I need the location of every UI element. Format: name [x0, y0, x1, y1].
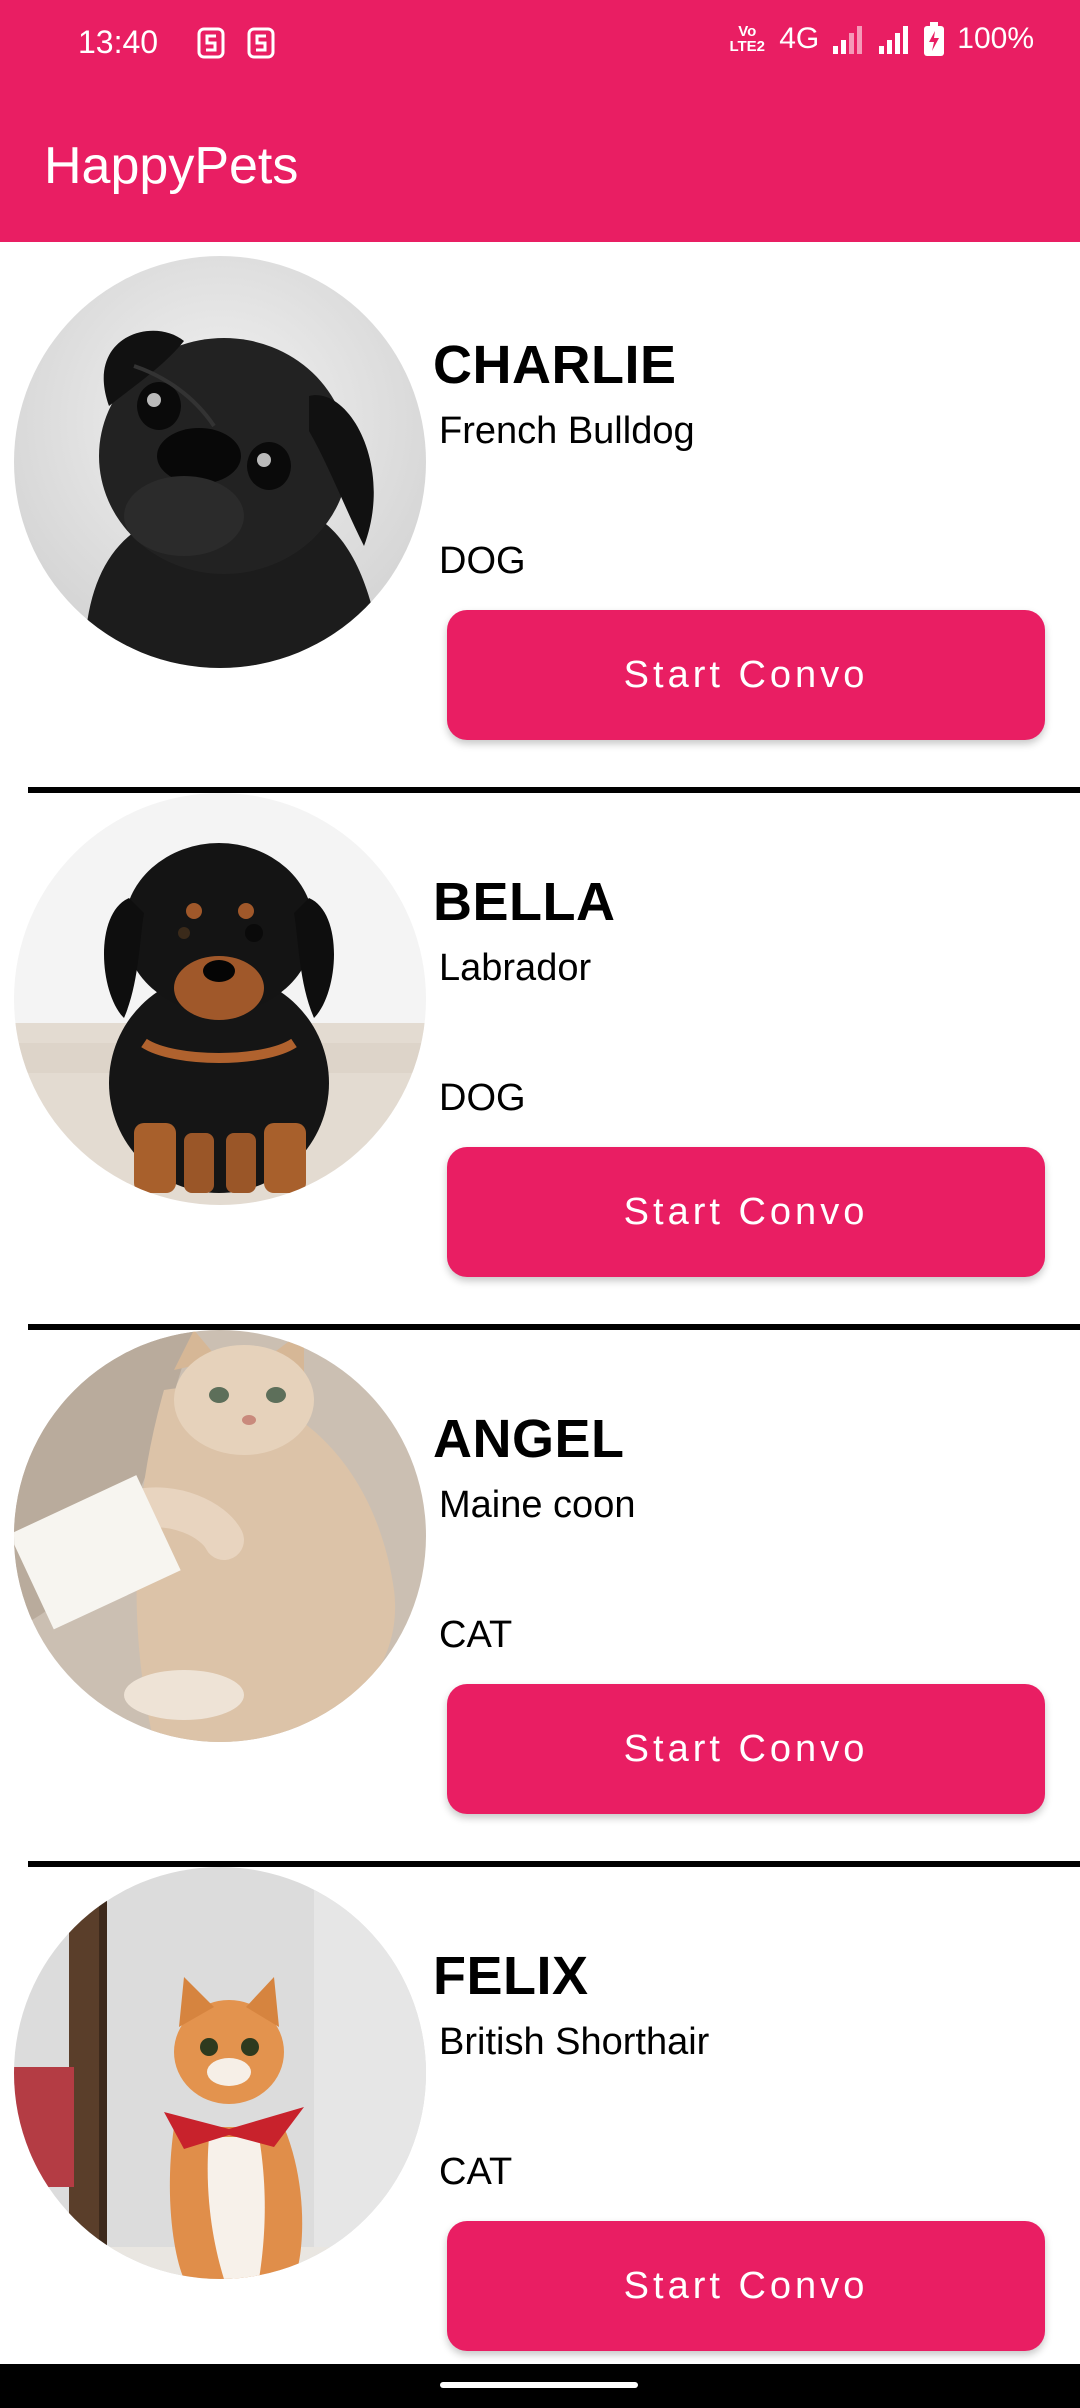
start-convo-button[interactable]: Start Convo [447, 1684, 1045, 1814]
pet-breed: Labrador [439, 947, 592, 989]
pet-type: DOG [439, 540, 526, 582]
pet-name: ANGEL [433, 1409, 625, 1469]
pet-card: FELIX British Shorthair CAT Start Convo [0, 1853, 1080, 2390]
sim-s-icon [247, 27, 275, 59]
pet-card: BELLA Labrador DOG Start Convo [0, 779, 1080, 1330]
pet-photo-black-pug [14, 256, 426, 668]
app-bar: 13:40 Vo LTE2 4G 100% HappyPets [0, 0, 1080, 242]
battery-percent: 100% [957, 22, 1034, 55]
pet-breed: French Bulldog [439, 410, 695, 452]
start-convo-button[interactable]: Start Convo [447, 610, 1045, 740]
status-icons: Vo LTE2 4G 100% [727, 22, 1034, 56]
nav-bar [0, 2364, 1080, 2408]
app-title: HappyPets [44, 137, 299, 195]
pet-name: CHARLIE [433, 335, 677, 395]
pet-type: CAT [439, 1614, 513, 1656]
pet-type: DOG [439, 1077, 526, 1119]
start-convo-button[interactable]: Start Convo [447, 1147, 1045, 1277]
pet-name: FELIX [433, 1946, 589, 2006]
network-type: 4G [779, 22, 820, 55]
pet-breed: Maine coon [439, 1484, 636, 1526]
home-gesture-handle[interactable] [440, 2382, 638, 2388]
pet-card: CHARLIE French Bulldog DOG Start Convo [0, 242, 1080, 793]
signal-icon [879, 26, 909, 54]
volte-icon: Vo LTE2 [729, 23, 766, 55]
status-time: 13:40 [78, 24, 159, 60]
pet-name: BELLA [433, 872, 616, 932]
pet-photo-cream-cat [14, 1330, 426, 1742]
pet-photo-ginger-cat [14, 1867, 426, 2279]
pet-photo-black-tan-puppy [14, 793, 426, 1205]
signal-icon [833, 26, 863, 54]
pet-card: ANGEL Maine coon CAT Start Convo [0, 1316, 1080, 1867]
battery-charging-icon [924, 22, 945, 56]
start-convo-button[interactable]: Start Convo [447, 2221, 1045, 2351]
pet-type: CAT [439, 2151, 513, 2193]
sim-s-icon [197, 27, 225, 59]
pet-breed: British Shorthair [439, 2021, 710, 2063]
